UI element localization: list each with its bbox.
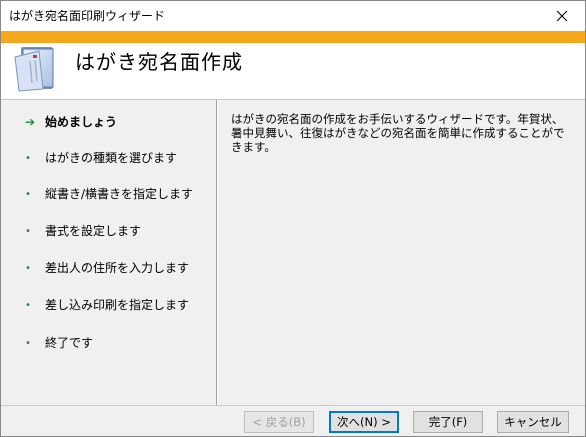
title-bar: はがき宛名面印刷ウィザード (1, 1, 585, 31)
step-item-start: ➔ 始めましょう (25, 112, 117, 132)
step-label: 書式を設定します (45, 224, 142, 238)
close-button[interactable] (539, 1, 585, 31)
bullet-icon: • (25, 262, 31, 274)
next-button[interactable]: 次へ(N) > (329, 411, 399, 433)
step-label: 終了です (45, 336, 94, 350)
wizard-description: はがきの宛名面の作成をお手伝いするウィザードです。年賀状、暑中見舞い、往復はがき… (231, 112, 565, 154)
step-item-sender-address: • 差出人の住所を入力します (25, 258, 189, 278)
step-label: 始めましょう (45, 115, 118, 129)
step-label: 差出人の住所を入力します (45, 261, 190, 275)
cancel-button[interactable]: キャンセル (497, 411, 569, 433)
postcard-icon (14, 47, 54, 92)
wizard-header: はがき宛名面作成 (1, 43, 585, 99)
current-step-arrow-icon: ➔ (25, 115, 36, 129)
step-item-finish: • 終了です (25, 333, 93, 353)
bullet-icon: • (25, 225, 31, 237)
panel-divider (216, 100, 218, 405)
back-button[interactable]: < 戻る(B) (244, 411, 314, 433)
step-label: 縦書き/横書きを指定します (45, 187, 194, 201)
step-item-orientation: • 縦書き/横書きを指定します (25, 184, 193, 204)
close-icon (556, 10, 568, 22)
bullet-icon: • (25, 188, 31, 200)
step-item-card-type: • はがきの種類を選びます (25, 148, 177, 168)
finish-button[interactable]: 完了(F) (413, 411, 483, 433)
wizard-body: ➔ 始めましょう • はがきの種類を選びます • 縦書き/横書きを指定します •… (1, 99, 585, 405)
bullet-icon: • (25, 337, 31, 349)
button-bar: < 戻る(B) 次へ(N) > 完了(F) キャンセル (1, 405, 585, 436)
step-list: ➔ 始めましょう • はがきの種類を選びます • 縦書き/横書きを指定します •… (1, 100, 216, 405)
step-label: はがきの種類を選びます (45, 151, 178, 165)
bullet-icon: • (25, 299, 31, 311)
window-title: はがき宛名面印刷ウィザード (9, 9, 166, 23)
step-label: 差し込み印刷を指定します (45, 298, 190, 312)
wizard-window: はがき宛名面印刷ウィザード はがき宛名面作成 ➔ 始めましょう • はがきの種類… (0, 0, 586, 437)
page-heading: はがき宛名面作成 (75, 50, 243, 74)
step-item-format: • 書式を設定します (25, 221, 141, 241)
accent-bar (1, 31, 585, 43)
bullet-icon: • (25, 152, 31, 164)
step-item-mail-merge: • 差し込み印刷を指定します (25, 295, 189, 315)
